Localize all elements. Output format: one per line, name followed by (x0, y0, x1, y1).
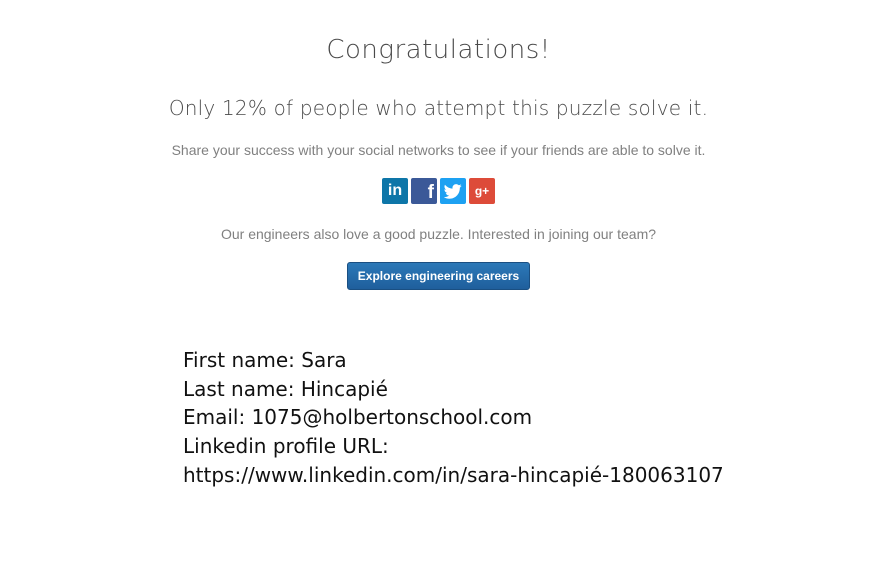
careers-prompt: Our engineers also love a good puzzle. I… (220, 226, 657, 242)
linkedin-url-text: https://www.linkedin.com/in/sara-hincapi… (183, 462, 724, 487)
email-text: Email: 1075@holbertonschool.com (183, 405, 533, 430)
linkedin-icon[interactable]: in (382, 178, 408, 204)
twitter-bird-icon (444, 183, 462, 199)
explore-careers-button[interactable]: Explore engineering careers (347, 262, 530, 290)
last-name-text: Last name: Hincapié (183, 376, 388, 401)
share-prompt: Share your success with your social netw… (171, 142, 706, 158)
contact-info: First name: Sara Last name: Hincapié Ema… (183, 346, 724, 490)
linkedin-label-text: Linkedin profile URL: (183, 434, 389, 459)
facebook-icon[interactable]: f (411, 178, 437, 204)
first-name-text: First name: Sara (183, 348, 347, 372)
social-share-bar: in f g+ (0, 178, 877, 204)
google-plus-icon[interactable]: g+ (469, 178, 495, 204)
page-title: Congratulations! (326, 35, 551, 65)
twitter-icon[interactable] (440, 178, 466, 204)
page-subtitle: Only 12% of people who attempt this puzz… (168, 96, 709, 120)
